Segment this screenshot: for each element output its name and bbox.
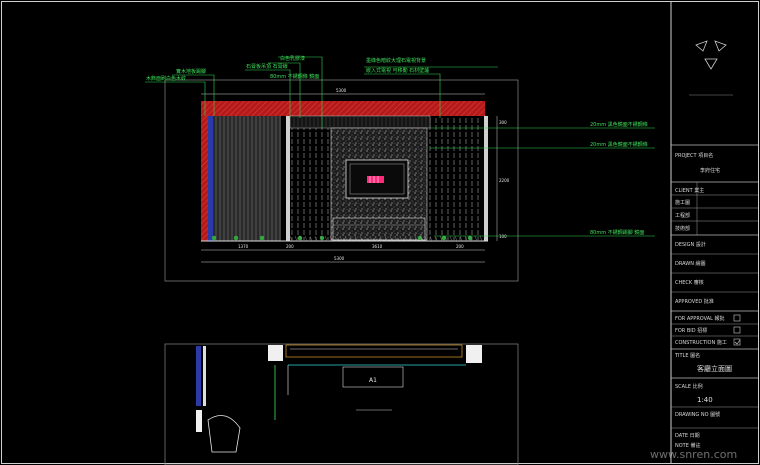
- ann-right-0: 20mm 黑色鏡面不銹鋼條: [590, 121, 648, 128]
- checkbox-bid[interactable]: [733, 326, 741, 334]
- ann-right-1: 20mm 黑色鏡面不銹鋼條: [590, 141, 648, 148]
- ann-left-1: 木飾面刷白色木紋: [146, 75, 186, 82]
- floor-texture-line: [314, 235, 318, 242]
- floor-plant-dot: [259, 235, 265, 241]
- tb-scale-label: SCALE 比例: [675, 383, 703, 390]
- floor-plant-dot: [233, 235, 239, 241]
- floor-texture-line: [479, 235, 483, 242]
- dim-right-2: 2200: [499, 178, 510, 183]
- floor-plant-dot: [441, 235, 447, 241]
- floor-texture-line: [324, 235, 328, 242]
- tb-project-label: PROJECT 項目名: [675, 152, 713, 159]
- plan-tv-wall-band: [285, 344, 463, 358]
- tb-checkbox-label-1: FOR APPROVAL 報批: [675, 315, 725, 322]
- title-block: PROJECT 項目名 李府住宅 CLIENT 業主 施工圖 工程部 技術部 D…: [671, 40, 758, 449]
- ceiling-section: [201, 101, 485, 116]
- floor-texture-line: [434, 235, 438, 242]
- cad-drawing-canvas: PROJECT 項目名 李府住宅 CLIENT 業主 施工圖 工程部 技術部 D…: [1, 1, 759, 465]
- watermark-text: www.snren.com: [650, 448, 737, 461]
- tb-date-label: DATE 日期: [675, 433, 700, 439]
- dim-top-total: 5300: [336, 88, 347, 93]
- floor-texture-line: [449, 235, 453, 242]
- tb-title-label: TITLE 圖名: [674, 352, 700, 359]
- floor-texture-line: [294, 235, 298, 242]
- tb-checked-label: CHECK 審核: [675, 279, 704, 286]
- ann-right-2: 80mm 不銹鋼踢腳 鏡面: [590, 229, 644, 236]
- floor-texture-line: [304, 235, 308, 242]
- ann-left-0: 實木地板踢腳: [176, 68, 206, 75]
- plan-wall-post: [196, 410, 202, 432]
- plan-viewport-frame: [164, 343, 519, 465]
- curtain-edge: [208, 116, 213, 241]
- dim-bottom-4: 200: [456, 244, 464, 249]
- tb-row-label-3: 技術部: [675, 225, 690, 232]
- tb-checkbox-label-2: FOR BID 招標: [675, 327, 707, 334]
- tb-sheet-title: 客廳立面圖: [697, 364, 732, 373]
- floor-plant-dot: [211, 235, 217, 241]
- wall-post: [286, 116, 290, 241]
- tv-highlight: [367, 176, 384, 183]
- tb-drawing-no-label: DRAWING NO 圖號: [675, 411, 720, 418]
- checkbox-approval[interactable]: [733, 314, 741, 322]
- dim-bottom-2: 200: [286, 244, 294, 249]
- floor-plant-dot: [319, 235, 325, 241]
- tb-scale-value: 1:40: [697, 396, 713, 404]
- ann-center-2: 80mm 不銹鋼條 鏡面: [270, 73, 319, 80]
- tb-project-name: 李府住宅: [700, 167, 720, 174]
- check-icon: [734, 339, 741, 345]
- right-wall-post: [484, 116, 488, 241]
- dim-right-3: 100: [499, 234, 507, 239]
- dim-right-1: 300: [499, 120, 507, 125]
- tb-drawn-label: DRAWN 繪圖: [675, 260, 706, 267]
- tb-designer-label: DESIGN 設計: [675, 241, 706, 248]
- plan-curtain-left: [196, 346, 201, 406]
- floor-texture-line: [454, 235, 458, 242]
- tb-checkbox-label-3: CONSTRUCTION 施工: [675, 339, 727, 346]
- tb-approved-label: APPROVED 批准: [675, 298, 714, 305]
- plan-wall-left: [203, 346, 206, 406]
- ann-center-0: 白色乳膠漆: [280, 55, 305, 62]
- curtain-panel: [213, 116, 281, 241]
- plan-section-label: A1: [369, 377, 377, 384]
- plan-view: A1: [164, 343, 519, 465]
- logo-mark: [689, 40, 733, 96]
- elevation-view: 5300 1370 200 3610 200 5300 300 2200 100…: [145, 55, 655, 282]
- floor-texture-line: [474, 235, 478, 242]
- ann-center-1: 石膏板吊頂 石膏線: [246, 63, 288, 70]
- ann-top-right-0: 墨綠色暗紋大理石電視背景: [366, 57, 426, 64]
- left-wall-section: [201, 101, 208, 241]
- plan-column-left: [268, 345, 283, 361]
- dim-bottom-total: 5300: [334, 256, 345, 261]
- plan-column-right: [466, 345, 482, 363]
- dim-bottom-1: 1370: [238, 244, 249, 249]
- tb-client-label: CLIENT 業主: [675, 187, 704, 194]
- tb-row-label-2: 工程部: [675, 212, 690, 219]
- valance-band: [289, 115, 431, 129]
- dim-bottom-3: 3610: [372, 244, 383, 249]
- tb-row-label-1: 施工圖: [675, 199, 690, 206]
- plan-armchair: [207, 415, 241, 453]
- floor-texture-line: [464, 235, 468, 242]
- ann-top-right-1: 嵌入式電視 可移動 石材壁爐: [366, 67, 429, 74]
